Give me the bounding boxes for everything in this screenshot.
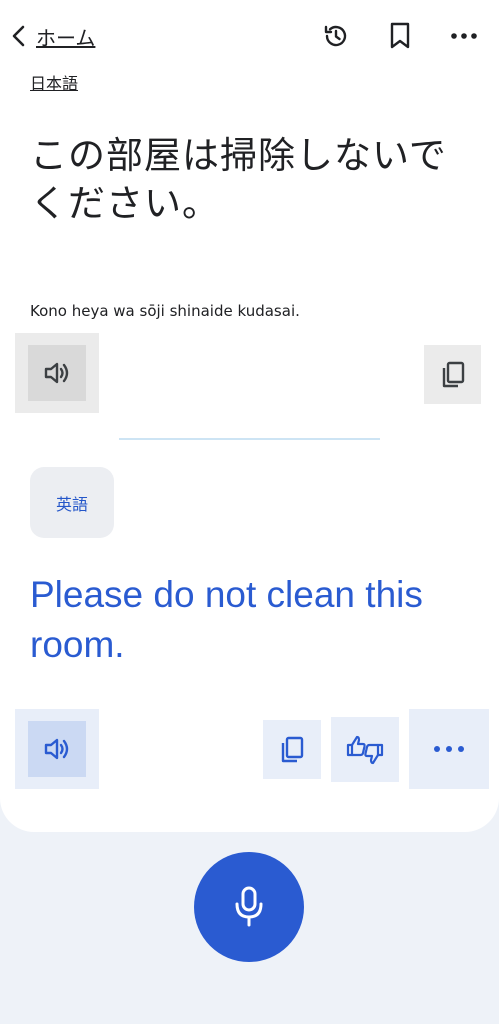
translated-text: Please do not clean this room. xyxy=(30,574,423,665)
back-button[interactable]: ホーム xyxy=(8,20,95,52)
speaker-icon xyxy=(44,738,69,760)
target-copy-button[interactable] xyxy=(263,720,321,779)
target-listen-inner xyxy=(28,721,86,777)
microphone-button[interactable] xyxy=(194,852,304,962)
more-icon xyxy=(451,33,477,39)
target-listen-button[interactable] xyxy=(15,709,99,789)
microphone-icon xyxy=(235,886,263,927)
source-listen-button[interactable] xyxy=(15,333,99,413)
history-icon xyxy=(324,25,347,47)
bookmark-icon xyxy=(390,22,410,49)
source-listen-inner xyxy=(28,345,86,401)
more-options-button[interactable] xyxy=(448,20,480,52)
speaker-icon xyxy=(44,362,69,384)
top-bar: ホーム xyxy=(0,0,499,72)
source-text: この部屋は掃除しないでください。 xyxy=(30,134,447,225)
thumbs-up-down-icon xyxy=(346,735,384,764)
source-romanization: Kono heya wa sōji shinaide kudasai. xyxy=(30,302,300,320)
copy-icon xyxy=(442,361,464,387)
copy-icon xyxy=(281,736,304,762)
history-button[interactable] xyxy=(320,20,352,52)
more-icon xyxy=(434,746,464,752)
back-chevron-icon xyxy=(12,25,25,47)
back-label[interactable]: ホーム xyxy=(36,22,95,51)
source-language-label[interactable]: 日本語 xyxy=(30,70,78,94)
target-more-button[interactable] xyxy=(409,709,489,789)
source-copy-button[interactable] xyxy=(424,345,481,404)
target-language-chip[interactable]: 英語 xyxy=(30,467,114,538)
feedback-button[interactable] xyxy=(331,717,399,782)
translation-card: ホーム 日本語 この部屋は掃除しないでください。 Kono heya wa sō… xyxy=(0,0,499,832)
language-divider xyxy=(119,438,380,440)
bookmark-button[interactable] xyxy=(384,20,416,52)
